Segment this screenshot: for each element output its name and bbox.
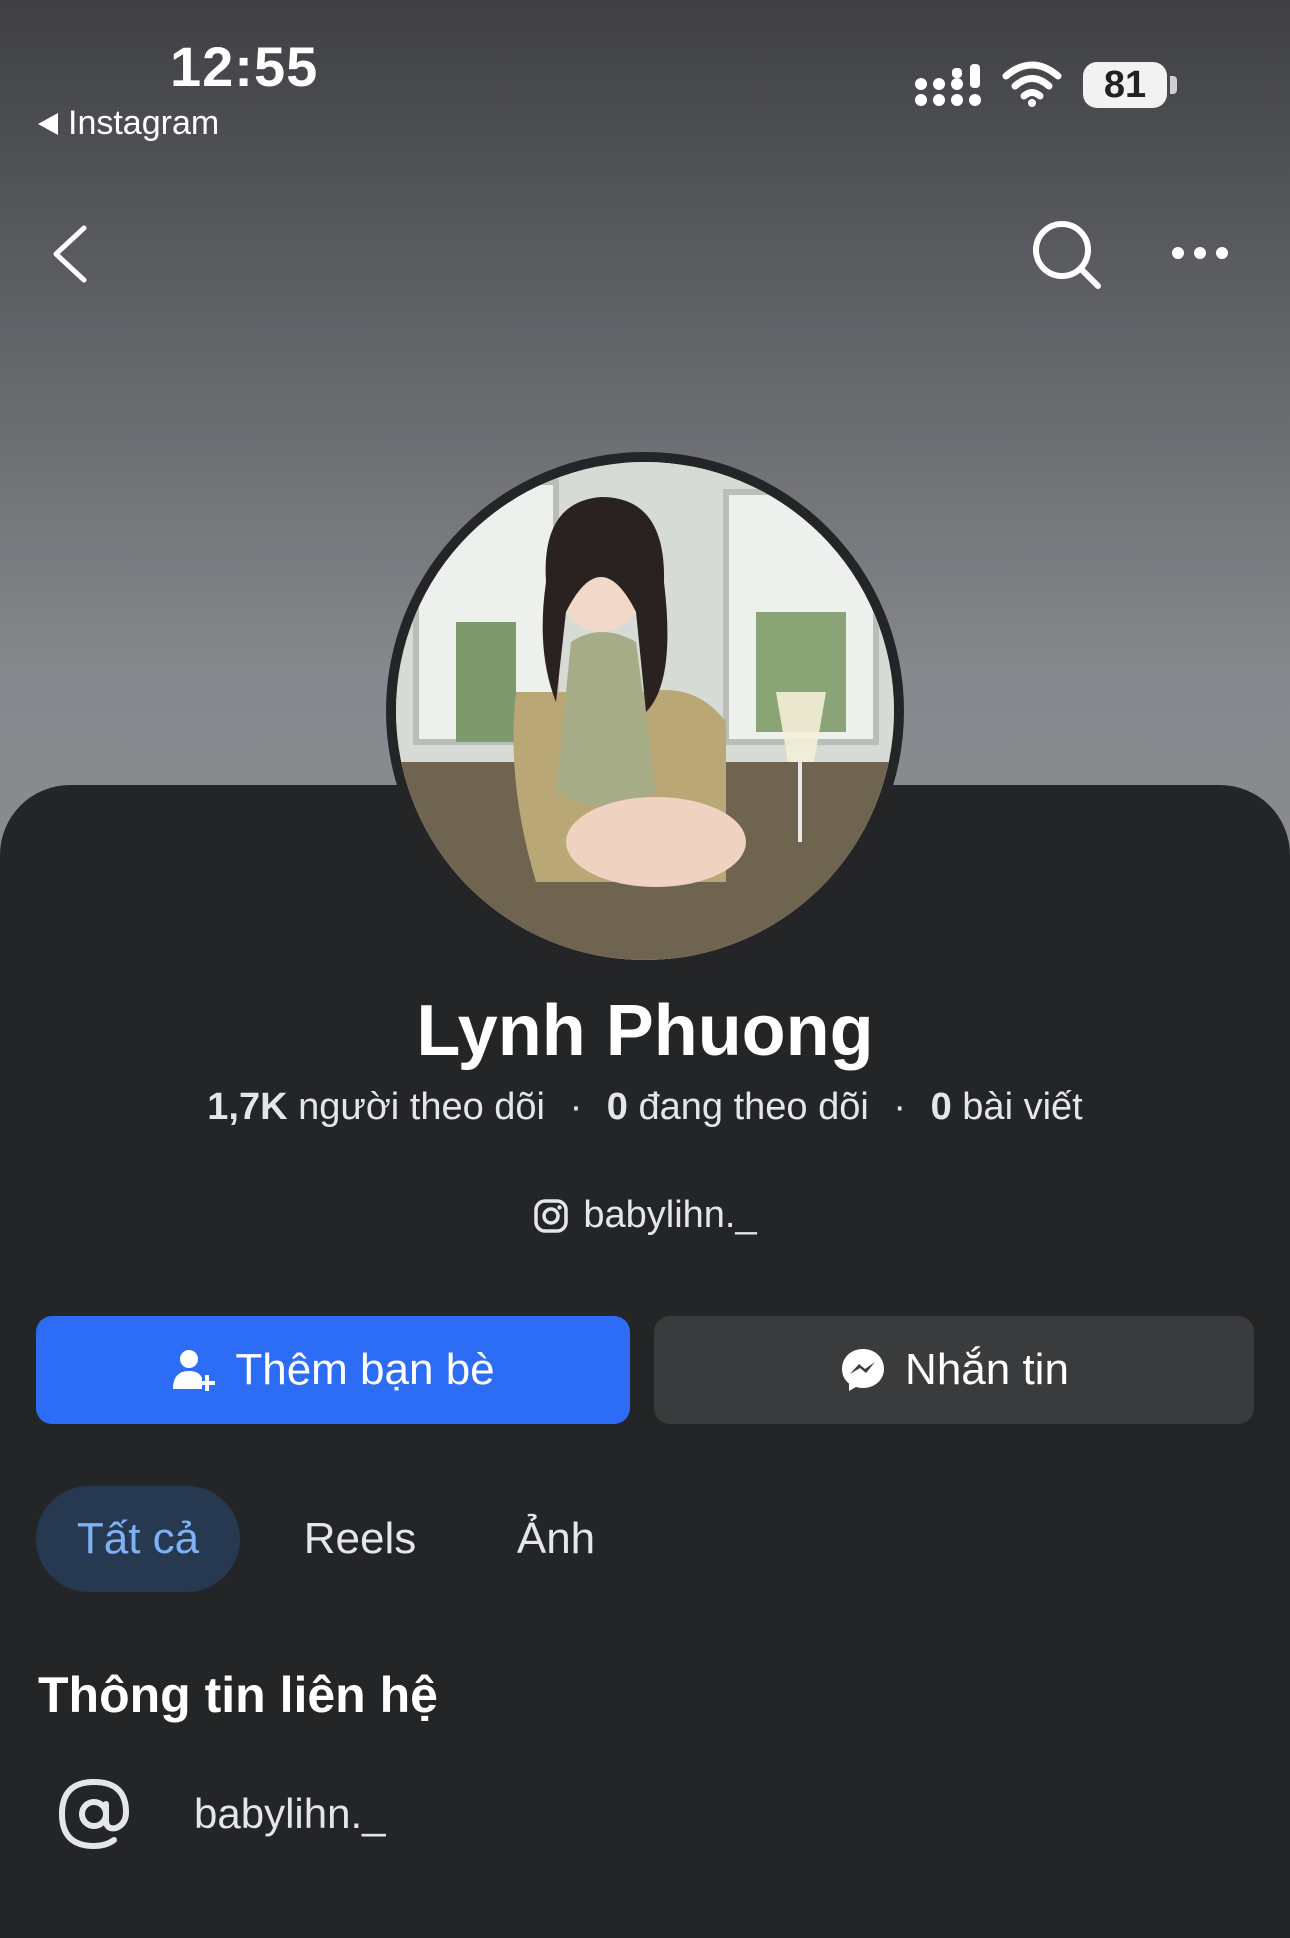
wifi-icon xyxy=(1002,61,1062,107)
instagram-handle: babylihn._ xyxy=(583,1194,757,1236)
back-to-app-link[interactable]: Instagram xyxy=(38,104,219,143)
contact-handle[interactable]: babylihn._ xyxy=(194,1790,385,1838)
add-friend-button[interactable]: Thêm bạn bè xyxy=(36,1316,630,1424)
status-time: 12:55 xyxy=(170,35,319,98)
profile-avatar[interactable] xyxy=(386,452,904,970)
profile-name: Lynh Phuong xyxy=(416,991,874,1071)
posts-label: bài viết xyxy=(962,1086,1083,1128)
followers-count: 1,7K xyxy=(207,1086,288,1128)
messenger-icon xyxy=(842,1349,885,1391)
separator-dot: · xyxy=(569,1086,583,1128)
posts-count: 0 xyxy=(930,1086,952,1128)
battery-nub xyxy=(1170,76,1177,94)
cellular-signal-icon xyxy=(915,64,981,106)
battery-level: 81 xyxy=(1083,62,1167,108)
back-triangle-icon xyxy=(38,112,58,135)
tab-all[interactable]: Tất cả xyxy=(36,1486,240,1592)
avatar-photo xyxy=(396,462,894,960)
message-button[interactable]: Nhắn tin xyxy=(654,1316,1254,1424)
following-count: 0 xyxy=(606,1086,628,1128)
at-icon xyxy=(58,1778,130,1850)
back-arrow-icon[interactable] xyxy=(46,222,96,286)
add-friend-label: Thêm bạn bè xyxy=(235,1345,495,1394)
avatar-illustration xyxy=(396,462,894,960)
tab-photos[interactable]: Ảnh xyxy=(500,1486,612,1592)
more-options-icon[interactable] xyxy=(1170,238,1230,268)
tab-reels[interactable]: Reels xyxy=(290,1486,430,1592)
instagram-icon xyxy=(534,1198,569,1233)
instagram-handle-link[interactable]: babylihn._ xyxy=(0,1194,1290,1237)
profile-stats: 1,7K người theo dõi · 0 đang theo dõi · … xyxy=(0,1086,1290,1129)
message-label: Nhắn tin xyxy=(905,1345,1069,1394)
separator-dot: · xyxy=(893,1086,907,1128)
search-icon[interactable] xyxy=(1030,218,1104,292)
add-friend-icon xyxy=(173,1350,216,1391)
following-label[interactable]: đang theo dõi xyxy=(638,1086,868,1128)
contact-info-title: Thông tin liên hệ xyxy=(38,1667,438,1723)
back-app-label: Instagram xyxy=(68,104,220,142)
followers-label[interactable]: người theo dõi xyxy=(298,1086,545,1128)
battery-indicator: 81 xyxy=(1083,62,1177,108)
